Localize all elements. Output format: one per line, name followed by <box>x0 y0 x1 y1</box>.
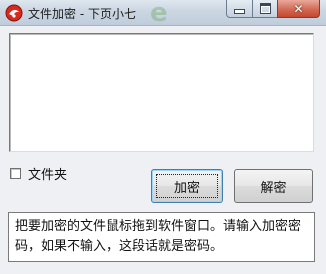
encrypt-button[interactable]: 加密 <box>151 169 223 203</box>
minimize-icon <box>234 9 245 14</box>
title-bar[interactable]: 文件加密 - 下页小七 e ✕ <box>0 0 326 26</box>
decrypt-button-label: 解密 <box>260 180 287 196</box>
title-watermark: e <box>150 0 168 26</box>
maximize-icon <box>259 3 271 14</box>
app-icon[interactable] <box>5 4 23 22</box>
maximize-button[interactable] <box>252 0 277 18</box>
close-button[interactable]: ✕ <box>277 0 320 18</box>
file-drop-area[interactable] <box>9 33 314 152</box>
window-title: 文件加密 - 下页小七 <box>28 7 136 21</box>
password-input[interactable]: 把要加密的文件鼠标拖到软件窗口。请输入加密密码，如果不输入，这段话就是密码。 <box>8 212 315 262</box>
folder-checkbox[interactable] <box>10 168 21 179</box>
folder-checkbox-row[interactable]: 文件夹 <box>10 164 67 183</box>
folder-checkbox-label[interactable]: 文件夹 <box>28 164 67 183</box>
minimize-button[interactable] <box>226 0 252 18</box>
close-icon: ✕ <box>293 1 304 16</box>
decrypt-button[interactable]: 解密 <box>234 169 313 203</box>
focus-rectangle <box>156 174 218 198</box>
window-controls: ✕ <box>226 0 320 19</box>
